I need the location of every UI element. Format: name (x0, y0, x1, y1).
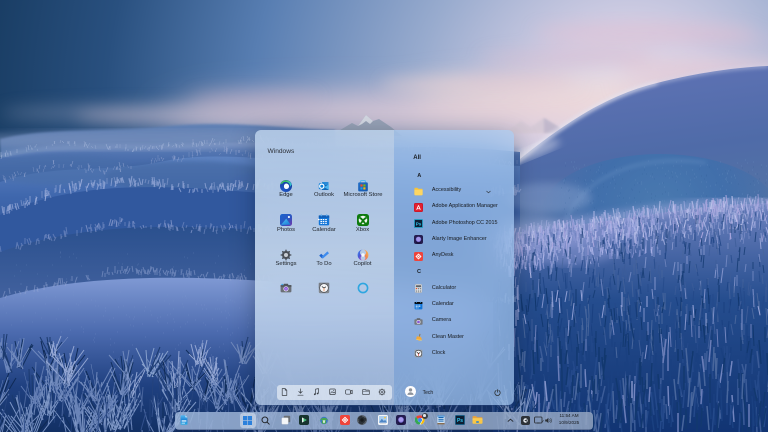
svg-text:Ps: Ps (416, 221, 422, 226)
svg-text:Ps: Ps (456, 418, 462, 424)
